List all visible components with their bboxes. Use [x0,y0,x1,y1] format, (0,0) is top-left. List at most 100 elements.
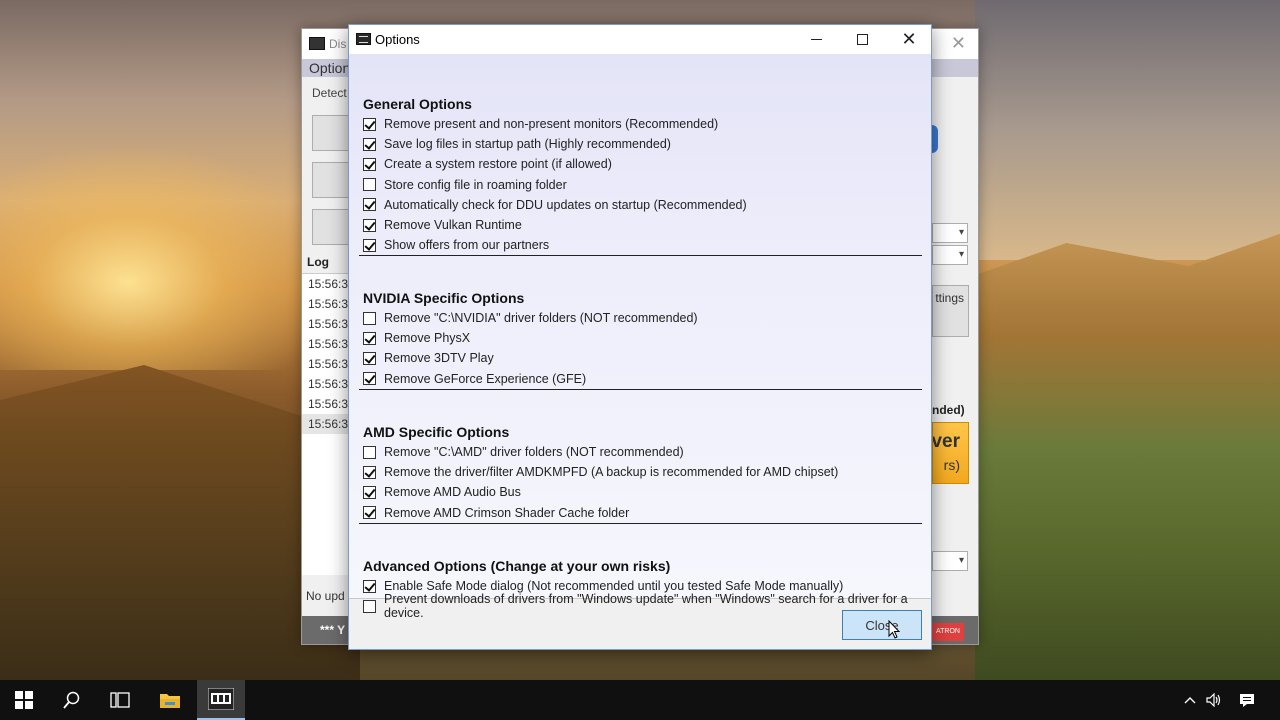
clean-shutdown-button[interactable] [312,209,352,245]
wallpaper-sky [975,0,1280,260]
log-line: 15:56:3 [308,317,349,331]
logo-fragment [932,125,938,153]
close-icon: ✕ [901,29,917,49]
minimize-button[interactable] [793,25,839,54]
checkbox[interactable] [363,331,376,345]
checkbox[interactable] [363,599,376,613]
language-select[interactable]: ▾ [932,551,968,571]
maximize-button[interactable] [839,25,885,54]
option-row[interactable]: Show offers from our partners [363,235,923,255]
option-row[interactable]: Remove PhysX [363,328,923,348]
update-status: No upd [306,589,345,603]
file-explorer-icon [160,694,180,708]
file-explorer-button[interactable] [146,680,194,720]
volume-icon [1206,693,1221,707]
detect-label: Detect [312,86,347,100]
option-row[interactable]: Create a system restore point (if allowe… [363,154,923,174]
log-line: 15:56:3 [308,337,349,351]
patreon-button[interactable]: ATRON [932,623,964,641]
option-label: Remove AMD Crimson Shader Cache folder [384,505,630,520]
checkbox[interactable] [363,445,376,459]
option-label: Remove Vulkan Runtime [384,218,522,233]
checkbox[interactable] [363,372,376,386]
wallpaper-cliff [975,233,1280,680]
checkbox[interactable] [363,117,376,131]
show-hidden-icons-button[interactable] [1178,680,1202,720]
dialog-title: Options [375,32,420,47]
checkbox[interactable] [363,351,376,365]
checkbox[interactable] [363,485,376,499]
task-view-icon [110,692,130,708]
section-title: General Options [363,96,472,112]
close-icon[interactable]: ✕ [951,33,966,54]
notifications-icon [1240,693,1254,707]
option-row[interactable]: Remove 3DTV Play [363,348,923,368]
option-label: Remove GeForce Experience (GFE) [384,371,587,386]
wallpaper-sun [0,150,320,370]
cursor-icon [888,620,901,639]
options-dialog: Options ✕ General Options Remove present… [348,24,932,650]
option-row[interactable]: Prevent downloads of drivers from "Windo… [363,592,923,620]
option-row[interactable]: Remove present and non-present monitors … [363,114,923,134]
taskbar [0,680,1280,720]
option-row[interactable]: Automatically check for DDU updates on s… [363,195,923,215]
option-row[interactable]: Save log files in startup path (Highly r… [363,134,923,154]
clean-driver-button[interactable]: ver rs) [932,422,969,484]
checkbox[interactable] [363,218,376,232]
start-button[interactable] [0,680,48,720]
minimize-icon [810,39,822,40]
clean-driver-sublabel: rs) [943,457,960,473]
log-line: 15:56:3 [308,397,349,411]
checkbox[interactable] [363,238,376,252]
option-row[interactable]: Remove "C:\NVIDIA" driver folders (NOT r… [363,308,923,328]
action-center-button[interactable] [1232,680,1262,720]
log-list[interactable]: 15:56:3 15:56:3 15:56:3 15:56:3 15:56:3 … [302,273,350,575]
checkbox[interactable] [363,579,376,593]
advanced-options-section: Advanced Options (Change at your own ris… [363,556,923,620]
nvidia-options-section: NVIDIA Specific Options Remove "C:\NVIDI… [363,288,923,389]
option-row[interactable]: Remove GeForce Experience (GFE) [363,369,923,389]
volume-button[interactable] [1202,680,1226,720]
option-row[interactable]: Remove AMD Audio Bus [363,482,923,502]
chevron-up-icon [1184,697,1196,704]
amd-options-section: AMD Specific Options Remove "C:\AMD" dri… [363,422,923,523]
recommended-label: nded) [932,403,965,417]
settings-button-label: ttings [935,291,964,305]
search-button[interactable] [48,680,96,720]
section-title: AMD Specific Options [363,424,510,440]
option-label: Enable Safe Mode dialog (Not recommended… [384,579,844,594]
banner-text: *** Y [320,623,346,637]
section-divider [359,389,922,390]
checkbox[interactable] [363,506,376,520]
checkbox[interactable] [363,465,376,479]
checkbox[interactable] [363,157,376,171]
option-row[interactable]: Store config file in roaming folder [363,175,923,195]
menu-options[interactable]: Option [309,60,350,76]
clean-driver-label: ver [932,431,960,452]
checkbox[interactable] [363,198,376,212]
close-button[interactable]: Close [842,610,922,640]
search-icon [63,691,80,709]
section-divider [359,523,922,524]
task-view-button[interactable] [96,680,144,720]
checkbox[interactable] [363,178,376,192]
option-row[interactable]: Remove "C:\AMD" driver folders (NOT reco… [363,442,923,462]
settings-button[interactable]: ttings [932,285,969,337]
vendor-select[interactable]: ▾ [932,245,968,265]
option-row[interactable]: Remove the driver/filter AMDKMPFD (A bac… [363,462,923,482]
log-line: 15:56:3 [308,377,349,391]
device-type-select[interactable]: ▾ [932,223,968,243]
option-row[interactable]: Remove AMD Crimson Shader Cache folder [363,503,923,523]
ddu-taskbar-button[interactable] [197,680,245,720]
maximize-icon [856,34,868,45]
checkbox[interactable] [363,137,376,151]
option-label: Remove "C:\AMD" driver folders (NOT reco… [384,445,684,460]
ddu-app-icon [309,37,325,50]
checkbox[interactable] [363,311,376,325]
option-label: Store config file in roaming folder [384,177,567,192]
clean-no-restart-button[interactable] [312,162,352,198]
option-row[interactable]: Remove Vulkan Runtime [363,215,923,235]
close-window-button[interactable]: ✕ [886,25,932,54]
log-line: 15:56:3 [308,277,349,291]
clean-restart-button[interactable] [312,115,352,151]
